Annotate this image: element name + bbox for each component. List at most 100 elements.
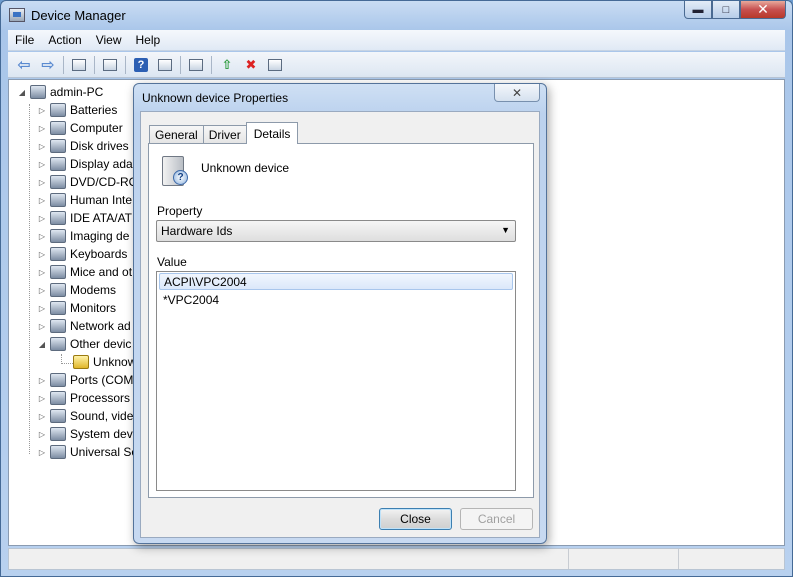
- scan-hardware-button[interactable]: [186, 56, 206, 74]
- modem-icon: [50, 283, 66, 297]
- expand-arrow-icon[interactable]: ▷: [37, 250, 47, 259]
- tree-item-label: Disk drives: [70, 139, 129, 153]
- expand-arrow-icon[interactable]: ▷: [37, 268, 47, 277]
- tree-item-label: Network ad: [70, 319, 131, 333]
- monitor-icon: [50, 121, 66, 135]
- tree-item-modems[interactable]: ▷ Modems: [37, 281, 116, 299]
- status-cell: [9, 549, 569, 569]
- expand-arrow-icon[interactable]: ▷: [37, 106, 47, 115]
- toolbar-separator: [211, 55, 212, 74]
- unknown-device-icon: [50, 337, 66, 351]
- collapse-arrow-icon[interactable]: ◢: [37, 340, 47, 349]
- minimize-button[interactable]: ▬: [684, 1, 712, 19]
- tree-item-ide-ata[interactable]: ▷ IDE ATA/AT: [37, 209, 132, 227]
- tree-item-batteries[interactable]: ▷ Batteries: [37, 101, 117, 119]
- computer-icon: [30, 85, 46, 99]
- window-title: Device Manager: [31, 7, 126, 23]
- tree-root[interactable]: ◢ admin-PC: [17, 83, 103, 101]
- tree-item-system-devices[interactable]: ▷ System dev: [37, 425, 133, 443]
- tree-item-label: Ports (COM: [70, 373, 134, 387]
- expand-arrow-icon[interactable]: ▷: [37, 124, 47, 133]
- value-item[interactable]: *VPC2004: [159, 291, 513, 308]
- menu-action[interactable]: Action: [41, 33, 88, 47]
- title-bar[interactable]: Device Manager ▬ □ ✕: [1, 1, 792, 29]
- tree-item-network-adapters[interactable]: ▷ Network ad: [37, 317, 131, 335]
- update-driver-button[interactable]: ⇧: [217, 56, 237, 74]
- tree-item-display-adapters[interactable]: ▷ Display ada: [37, 155, 133, 173]
- close-button[interactable]: Close: [379, 508, 452, 530]
- help-button[interactable]: ?: [131, 56, 151, 74]
- tree-item-unknown-device[interactable]: Unknow: [73, 353, 136, 371]
- expand-arrow-icon[interactable]: ▷: [37, 376, 47, 385]
- tree-item-label: Imaging de: [70, 229, 130, 243]
- tree-item-label: Other devic: [70, 337, 132, 351]
- battery-icon: [50, 103, 66, 117]
- tree-item-keyboards[interactable]: ▷ Keyboards: [37, 245, 127, 263]
- expand-arrow-icon[interactable]: ▷: [37, 178, 47, 187]
- tab-driver[interactable]: Driver: [202, 125, 247, 144]
- property-dropdown[interactable]: Hardware Ids ▼: [156, 220, 516, 242]
- tab-strip: General Driver Details: [149, 122, 299, 144]
- expand-arrow-icon[interactable]: ▷: [37, 232, 47, 241]
- disk-drive-icon: [50, 139, 66, 153]
- menu-view[interactable]: View: [89, 33, 129, 47]
- expand-arrow-icon[interactable]: ▷: [37, 196, 47, 205]
- toolbar-separator: [180, 55, 181, 74]
- tab-general[interactable]: General: [149, 125, 204, 144]
- scan-hardware-icon: [189, 58, 203, 71]
- hid-icon: [50, 193, 66, 207]
- forward-button[interactable]: ⇨: [38, 56, 58, 74]
- port-icon: [50, 373, 66, 387]
- expand-arrow-icon[interactable]: ▷: [37, 160, 47, 169]
- tree-item-label: Monitors: [70, 301, 117, 315]
- value-list[interactable]: ACPI\VPC2004 *VPC2004: [156, 271, 516, 491]
- tab-details[interactable]: Details: [245, 122, 299, 144]
- ide-controller-icon: [50, 211, 66, 225]
- expand-arrow-icon[interactable]: ▷: [37, 304, 47, 313]
- close-window-button[interactable]: ✕: [740, 1, 786, 19]
- expand-arrow-icon[interactable]: ▷: [37, 448, 47, 457]
- toolbar: ⇦ ⇨ ? ⇧ ✖: [8, 52, 785, 78]
- tree-item-ports[interactable]: ▷ Ports (COM: [37, 371, 133, 389]
- tree-connector: [61, 363, 73, 364]
- tree-item-imaging-devices[interactable]: ▷ Imaging de: [37, 227, 129, 245]
- tree-item-processors[interactable]: ▷ Processors: [37, 389, 130, 407]
- menu-file[interactable]: File: [8, 33, 41, 47]
- cancel-button[interactable]: Cancel: [460, 508, 533, 530]
- expand-arrow-icon[interactable]: ▷: [37, 430, 47, 439]
- expand-arrow-icon[interactable]: ▷: [37, 412, 47, 421]
- show-hide-console-tree-button[interactable]: [69, 56, 89, 74]
- expand-arrow-icon[interactable]: ▷: [37, 214, 47, 223]
- tree-item-human-interface[interactable]: ▷ Human Inte: [37, 191, 132, 209]
- collapse-arrow-icon[interactable]: ◢: [17, 88, 27, 97]
- expand-arrow-icon[interactable]: ▷: [37, 394, 47, 403]
- details-panel: ? Unknown device Property Hardware Ids ▼…: [148, 143, 534, 498]
- value-item[interactable]: ACPI\VPC2004: [159, 273, 513, 290]
- tree-item-computer[interactable]: ▷ Computer: [37, 119, 123, 137]
- maximize-button[interactable]: □: [712, 1, 740, 19]
- uninstall-button[interactable]: ✖: [241, 56, 261, 74]
- expand-arrow-icon[interactable]: ▷: [37, 142, 47, 151]
- tree-item-sound-video[interactable]: ▷ Sound, vide: [37, 407, 133, 425]
- tree-item-label: Modems: [70, 283, 117, 297]
- back-button[interactable]: ⇦: [14, 56, 34, 74]
- usb-icon: [50, 445, 66, 459]
- monitor-icon: [50, 301, 66, 315]
- expand-arrow-icon[interactable]: ▷: [37, 322, 47, 331]
- tree-item-other-devices[interactable]: ◢ Other devic: [37, 335, 131, 353]
- tree-item-dvd-cd-rom[interactable]: ▷ DVD/CD-RO: [37, 173, 138, 191]
- tree-item-disk-drives[interactable]: ▷ Disk drives: [37, 137, 129, 155]
- properties-dialog: Unknown device Properties ✕ General Driv…: [133, 83, 547, 544]
- tree-item-label: Keyboards: [70, 247, 128, 261]
- tree-item-monitors[interactable]: ▷ Monitors: [37, 299, 116, 317]
- properties-button[interactable]: [100, 56, 120, 74]
- expand-arrow-icon[interactable]: ▷: [37, 286, 47, 295]
- menu-help[interactable]: Help: [129, 33, 168, 47]
- tree-item-usb-controllers[interactable]: ▷ Universal Se: [37, 443, 138, 461]
- tree-item-label: Human Inte: [70, 193, 133, 207]
- dialog-close-x-button[interactable]: ✕: [494, 84, 540, 102]
- show-action-pane-button[interactable]: [155, 56, 175, 74]
- tree-item-mice[interactable]: ▷ Mice and ot: [37, 263, 132, 281]
- arrow-left-icon: ⇦: [17, 56, 31, 74]
- disable-button[interactable]: [265, 56, 285, 74]
